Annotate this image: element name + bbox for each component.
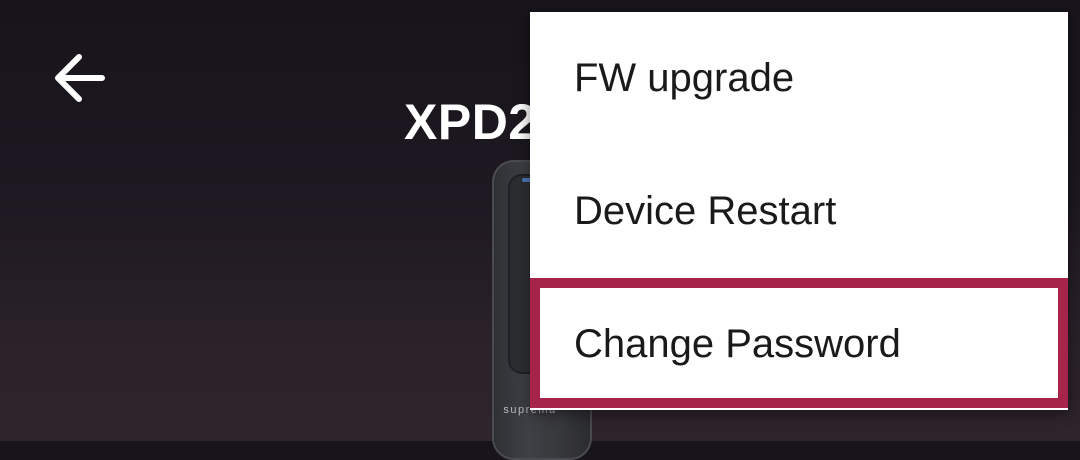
menu-item-label: Device Restart (574, 189, 837, 233)
menu-item-fw-upgrade[interactable]: FW upgrade (530, 12, 1068, 144)
menu-item-label: Change Password (574, 322, 901, 366)
back-button[interactable] (52, 52, 108, 104)
menu-item-label: FW upgrade (574, 56, 795, 100)
arrow-left-icon (55, 54, 105, 102)
menu-item-change-password[interactable]: Change Password (530, 278, 1068, 410)
page-title: XPD2 (404, 94, 537, 150)
menu-item-device-restart[interactable]: Device Restart (530, 145, 1068, 277)
overflow-menu: FW upgrade Device Restart Change Passwor… (530, 12, 1068, 410)
